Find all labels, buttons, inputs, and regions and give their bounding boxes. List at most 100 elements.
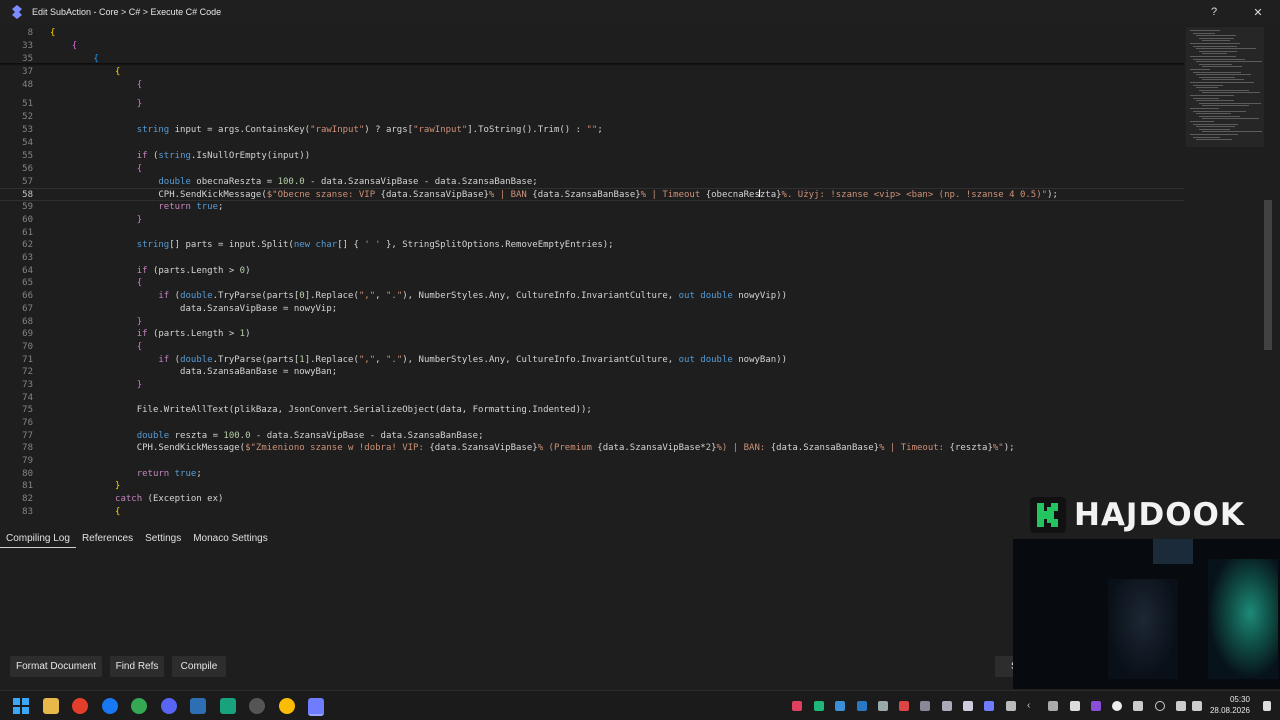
tray-window-icon[interactable] xyxy=(857,701,867,711)
tray-steam-icon[interactable] xyxy=(920,701,930,711)
code-line[interactable]: 63 xyxy=(0,252,1184,265)
vertical-scrollbar[interactable] xyxy=(1264,200,1272,350)
code-text[interactable]: { xyxy=(50,40,77,53)
code-line[interactable]: 76 xyxy=(0,417,1184,430)
code-text[interactable]: { xyxy=(50,506,120,519)
code-line[interactable]: 58 CPH.SendKickMessage($"Obecne szanse: … xyxy=(0,188,1184,201)
tray-app2-icon[interactable] xyxy=(963,701,973,711)
code-text[interactable]: CPH.SendKickMessage($"Obecne szanse: VIP… xyxy=(50,189,1058,202)
code-text[interactable]: { xyxy=(50,277,142,290)
code-text[interactable]: { xyxy=(50,79,142,92)
tray-app7-icon[interactable] xyxy=(1112,701,1122,711)
code-line[interactable]: 71 if (double.TryParse(parts[1].Replace(… xyxy=(0,354,1184,367)
code-line[interactable]: 70 { xyxy=(0,341,1184,354)
tray-chevron-icon[interactable]: ‹ xyxy=(1027,701,1037,711)
obs-icon[interactable] xyxy=(249,698,265,714)
code-line[interactable]: 67 data.SzansaVipBase = nowyVip; xyxy=(0,303,1184,316)
code-text[interactable]: File.WriteAllText(plikBaza, JsonConvert.… xyxy=(50,404,592,417)
code-line[interactable]: 69 if (parts.Length > 1) xyxy=(0,328,1184,341)
code-text[interactable]: { xyxy=(50,27,55,40)
chrome-profile-icon[interactable] xyxy=(131,698,147,714)
tray-shield-icon[interactable] xyxy=(899,701,909,711)
chrome-icon[interactable] xyxy=(72,698,88,714)
code-line[interactable]: 74 xyxy=(0,392,1184,405)
notification-icon[interactable] xyxy=(1263,701,1271,711)
code-text[interactable]: } xyxy=(50,316,142,329)
code-text[interactable]: return true; xyxy=(50,468,202,481)
tray-app3-icon[interactable] xyxy=(1006,701,1016,711)
code-text[interactable]: CPH.SendKickMessage($"Zmieniono szanse w… xyxy=(50,442,1015,455)
code-text[interactable]: data.SzansaVipBase = nowyVip; xyxy=(50,303,337,316)
code-line[interactable]: 79 xyxy=(0,455,1184,468)
find-refs-button[interactable]: Find Refs xyxy=(110,656,164,677)
tab-monaco-settings[interactable]: Monaco Settings xyxy=(187,530,274,548)
code-line[interactable]: 80 return true; xyxy=(0,468,1184,481)
code-text[interactable]: if (double.TryParse(parts[0].Replace(","… xyxy=(50,290,787,303)
compile-button[interactable]: Compile xyxy=(172,656,226,677)
code-line[interactable]: 33 { xyxy=(0,40,1184,53)
volume-icon[interactable] xyxy=(1192,701,1202,711)
tray-tool-icon[interactable] xyxy=(942,701,952,711)
code-line[interactable]: 55 if (string.IsNullOrEmpty(input)) xyxy=(0,150,1184,163)
tray-app8-icon[interactable] xyxy=(1133,701,1143,711)
chrome-alt-icon[interactable] xyxy=(279,698,295,714)
app-c-icon[interactable] xyxy=(190,698,206,714)
code-text[interactable]: return true; xyxy=(50,201,223,214)
code-text[interactable]: string[] parts = input.Split(new char[] … xyxy=(50,239,614,252)
code-text[interactable]: { xyxy=(50,66,120,79)
code-text[interactable]: string input = args.ContainsKey("rawInpu… xyxy=(50,124,603,137)
tab-references[interactable]: References xyxy=(76,530,139,548)
code-text[interactable]: double reszta = 100.0 - data.SzansaVipBa… xyxy=(50,430,484,443)
code-line[interactable]: 56 { xyxy=(0,163,1184,176)
code-line[interactable]: 54 xyxy=(0,137,1184,150)
code-line[interactable]: 73 } xyxy=(0,379,1184,392)
code-line[interactable]: 37 { xyxy=(0,66,1184,79)
code-editor[interactable]: 8{33 {35 {37 {48 {51 } 52 53 string input … xyxy=(0,27,1184,523)
code-line[interactable]: 52 xyxy=(0,111,1184,124)
code-text[interactable]: if (parts.Length > 1) xyxy=(50,328,251,341)
code-text[interactable]: } xyxy=(50,480,120,493)
tray-screen-icon[interactable] xyxy=(835,701,845,711)
code-line[interactable]: 75 File.WriteAllText(plikBaza, JsonConve… xyxy=(0,404,1184,417)
code-line[interactable]: 77 double reszta = 100.0 - data.SzansaVi… xyxy=(0,430,1184,443)
tray-app4-icon[interactable] xyxy=(1048,701,1058,711)
code-line[interactable]: 8{ xyxy=(0,27,1184,40)
code-text[interactable]: if (string.IsNullOrEmpty(input)) xyxy=(50,150,310,163)
code-line[interactable]: 78 CPH.SendKickMessage($"Zmieniono szans… xyxy=(0,442,1184,455)
windows-start-icon[interactable] xyxy=(13,698,29,714)
code-line[interactable]: 68 } xyxy=(0,316,1184,329)
code-line[interactable]: 65 { xyxy=(0,277,1184,290)
tray-app5-icon[interactable] xyxy=(1070,701,1080,711)
code-line[interactable]: 57 double obecnaReszta = 100.0 - data.Sz… xyxy=(0,176,1184,189)
code-text[interactable]: catch (Exception ex) xyxy=(50,493,223,506)
file-explorer-icon[interactable] xyxy=(43,698,59,714)
code-line[interactable]: 59 return true; xyxy=(0,201,1184,214)
code-line[interactable]: 48 { xyxy=(0,79,1184,92)
code-line[interactable]: 61 xyxy=(0,227,1184,240)
discord-icon[interactable] xyxy=(161,698,177,714)
code-line[interactable]: 81 } xyxy=(0,480,1184,493)
system-clock[interactable]: 05:30 28.08.2026 xyxy=(1210,694,1250,716)
microphone-icon[interactable] xyxy=(1155,701,1165,711)
code-text[interactable]: { xyxy=(50,341,142,354)
code-text[interactable]: } xyxy=(50,98,142,111)
code-text[interactable]: { xyxy=(50,163,142,176)
code-line[interactable]: 62 string[] parts = input.Split(new char… xyxy=(0,239,1184,252)
app-green-icon[interactable] xyxy=(220,698,236,714)
code-text[interactable]: data.SzansaBanBase = nowyBan; xyxy=(50,366,337,379)
code-line[interactable]: 53 string input = args.ContainsKey("rawI… xyxy=(0,124,1184,137)
code-line[interactable]: 64 if (parts.Length > 0) xyxy=(0,265,1184,278)
tray-app-icon[interactable] xyxy=(814,701,824,711)
tray-monitor-icon[interactable] xyxy=(878,701,888,711)
code-text[interactable]: if (parts.Length > 0) xyxy=(50,265,251,278)
code-text[interactable]: if (double.TryParse(parts[1].Replace(","… xyxy=(50,354,787,367)
help-button[interactable]: ? xyxy=(1192,0,1236,24)
code-text[interactable]: } xyxy=(50,214,142,227)
network-icon[interactable] xyxy=(1176,701,1186,711)
streamerbot-taskbar-icon[interactable] xyxy=(308,698,324,716)
close-button[interactable]: ✕ xyxy=(1236,0,1280,24)
format-document-button[interactable]: Format Document xyxy=(10,656,102,677)
facebook-icon[interactable] xyxy=(102,698,118,714)
code-line[interactable]: 82 catch (Exception ex) xyxy=(0,493,1184,506)
tray-pin-icon[interactable] xyxy=(792,701,802,711)
